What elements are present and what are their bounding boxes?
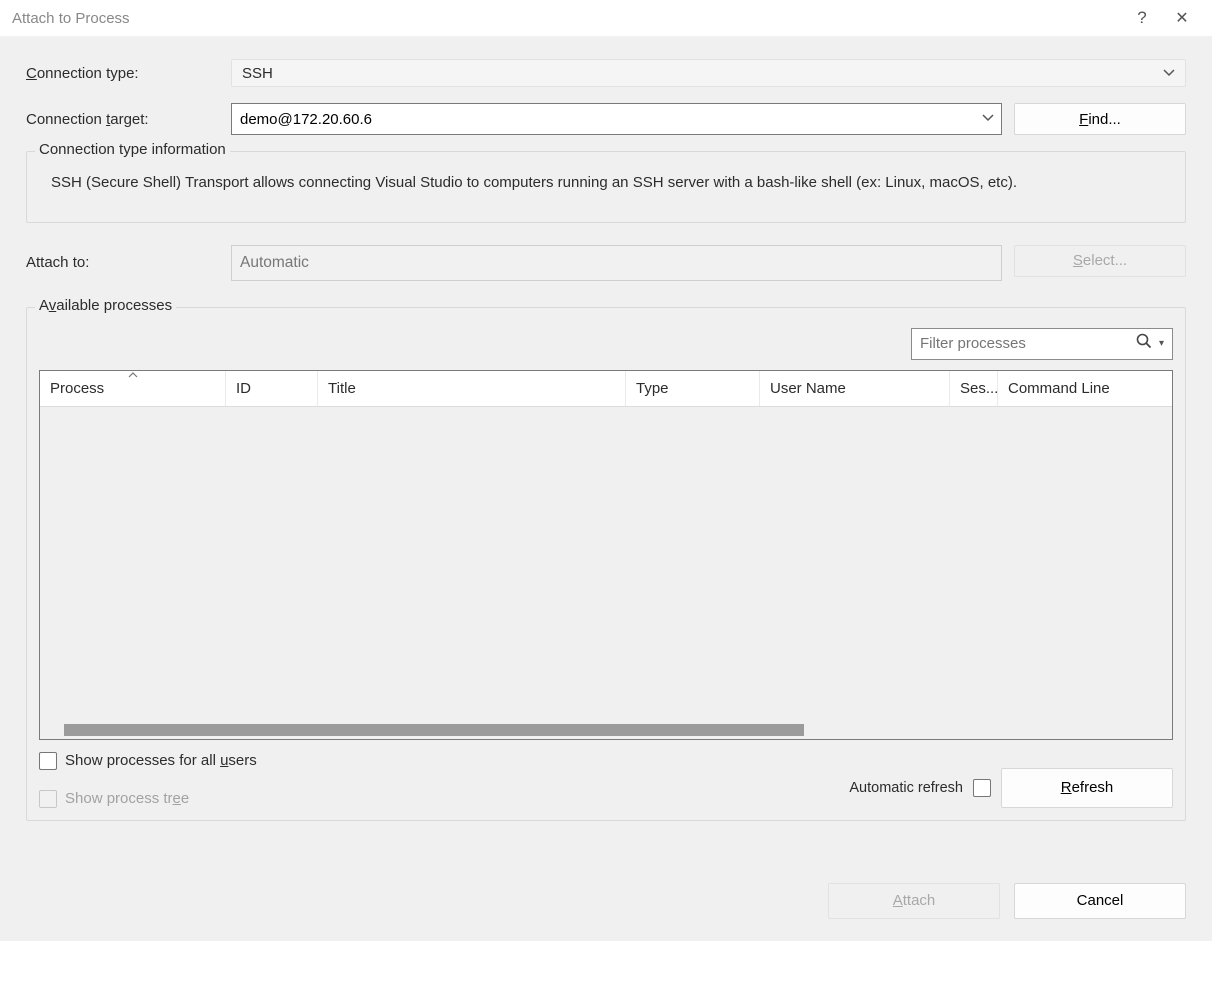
table-body <box>40 407 1172 721</box>
filter-box[interactable]: ▾ <box>911 328 1173 360</box>
connection-type-row: Connection type: SSH <box>26 59 1186 87</box>
column-id[interactable]: ID <box>226 371 318 406</box>
attach-to-label: Attach to: <box>26 254 231 271</box>
connection-type-select[interactable]: SSH <box>231 59 1186 87</box>
find-button[interactable]: Find... <box>1014 103 1186 135</box>
refresh-button[interactable]: Refresh <box>1001 768 1173 808</box>
titlebar: Attach to Process ? ✕ <box>0 0 1212 37</box>
column-session[interactable]: Ses... <box>950 371 998 406</box>
filter-dropdown-icon[interactable]: ▾ <box>1159 338 1164 349</box>
connection-target-row: Connection target: Find... <box>26 103 1186 135</box>
table-header: Process ID Title Type User Name Ses... C… <box>40 371 1172 407</box>
checkbox-group: Show processes for all users Show proces… <box>39 752 257 808</box>
connection-info-legend: Connection type information <box>35 141 230 158</box>
column-user-name[interactable]: User Name <box>760 371 950 406</box>
filter-input[interactable] <box>920 333 1135 354</box>
available-processes-legend: Available processes <box>35 297 176 314</box>
filter-row: ▾ <box>39 326 1173 370</box>
processes-bottom-controls: Show processes for all users Show proces… <box>39 740 1173 808</box>
window-title: Attach to Process <box>12 10 1122 27</box>
checkbox-icon <box>39 790 57 808</box>
automatic-refresh-label: Automatic refresh <box>849 780 963 796</box>
attach-to-row: Attach to: Select... <box>26 245 1186 281</box>
select-button: Select... <box>1014 245 1186 277</box>
connection-info-fieldset: Connection type information SSH (Secure … <box>26 151 1186 223</box>
attach-button: Attach <box>828 883 1000 919</box>
connection-info-text: SSH (Secure Shell) Transport allows conn… <box>41 164 1171 196</box>
chevron-down-icon <box>1163 65 1175 82</box>
close-icon[interactable]: ✕ <box>1162 8 1202 28</box>
column-command-line[interactable]: Command Line <box>998 371 1172 406</box>
help-icon[interactable]: ? <box>1122 8 1162 28</box>
connection-type-value: SSH <box>242 65 273 82</box>
process-table: Process ID Title Type User Name Ses... C… <box>39 370 1173 740</box>
attach-to-value <box>231 245 1002 281</box>
connection-target-input[interactable] <box>231 103 1002 135</box>
sort-asc-icon <box>128 370 138 381</box>
available-processes-fieldset: Available processes ▾ Process ID Titl <box>26 307 1186 821</box>
column-title[interactable]: Title <box>318 371 626 406</box>
show-process-tree-checkbox: Show process tree <box>39 790 257 808</box>
connection-target-label: Connection target: <box>26 111 231 128</box>
dialog-button-bar: Attach Cancel <box>0 859 1212 941</box>
automatic-refresh-checkbox[interactable] <box>973 779 991 797</box>
connection-target-combo[interactable] <box>231 103 1002 135</box>
column-process[interactable]: Process <box>40 371 226 406</box>
checkbox-icon[interactable] <box>39 752 57 770</box>
dialog-content: Connection type: SSH Connection target: … <box>0 37 1212 859</box>
connection-type-label: Connection type: <box>26 65 231 82</box>
refresh-controls: Automatic refresh Refresh <box>849 768 1173 808</box>
search-icon[interactable] <box>1135 332 1153 355</box>
column-type[interactable]: Type <box>626 371 760 406</box>
horizontal-scrollbar[interactable] <box>40 721 1172 739</box>
cancel-button[interactable]: Cancel <box>1014 883 1186 919</box>
scrollbar-thumb[interactable] <box>64 724 804 736</box>
show-all-users-checkbox[interactable]: Show processes for all users <box>39 752 257 770</box>
